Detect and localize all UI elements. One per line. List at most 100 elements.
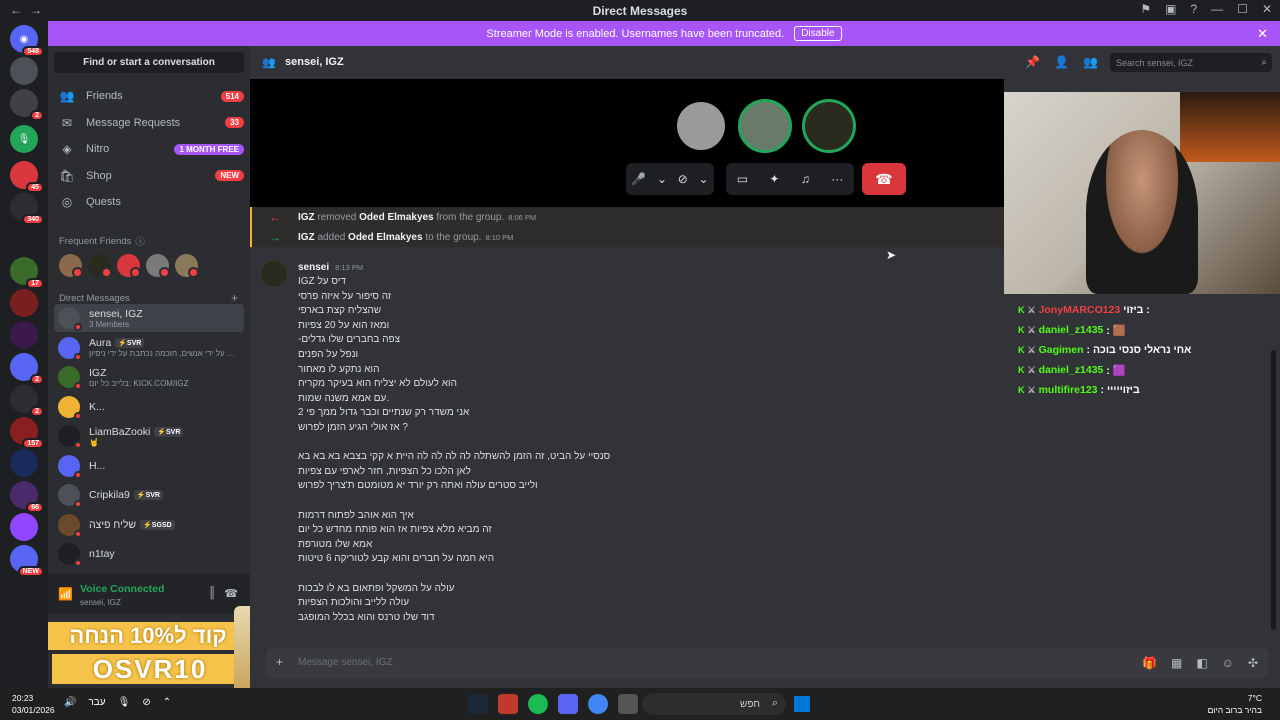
call-avatar[interactable] <box>738 99 792 153</box>
dm-list-item[interactable]: n1tay <box>54 540 244 568</box>
screen-share-icon[interactable]: ▭ <box>737 172 748 186</box>
message-line: לאן הלכו כל הצפיות, חזר לארפי עם צפיות <box>298 465 471 477</box>
unread-badge: 2 <box>30 406 44 417</box>
add-attachment-icon[interactable]: + <box>276 655 283 669</box>
microphone-icon[interactable]: 🎤 <box>631 172 646 186</box>
server-icon[interactable] <box>10 225 38 253</box>
gift-icon[interactable]: 🎁 <box>1142 656 1157 670</box>
chevron-down-icon[interactable]: ⌄ <box>657 172 667 186</box>
dm-list-item[interactable]: IGZ בלייב כל יום: KICK.COM/IGZ <box>54 363 244 391</box>
windows-start-icon[interactable] <box>794 696 810 712</box>
server-icon[interactable] <box>10 57 38 85</box>
scrollbar[interactable] <box>1271 350 1276 630</box>
dm-list-item[interactable]: H... <box>54 452 244 480</box>
server-icon[interactable] <box>10 513 38 541</box>
server-icon[interactable]: 45 <box>10 161 44 193</box>
avatar[interactable] <box>175 254 199 278</box>
disconnect-icon[interactable]: ☎ <box>224 587 238 600</box>
members-icon[interactable]: 👥 <box>1083 55 1098 69</box>
emoji-icon[interactable]: ☺ <box>1222 656 1234 670</box>
avatar[interactable] <box>59 254 83 278</box>
close-icon[interactable]: ✕ <box>1257 26 1268 42</box>
apps-icon[interactable]: ✣ <box>1248 656 1258 670</box>
server-icon[interactable]: 66 <box>10 481 44 513</box>
close-window-button[interactable]: ✕ <box>1262 2 1272 16</box>
author-name[interactable]: sensei <box>298 262 329 273</box>
server-icon[interactable] <box>10 289 38 317</box>
weather-widget[interactable]: 7°C בהיר ברוב היום <box>1208 692 1262 716</box>
add-dm-icon[interactable]: + <box>231 291 238 305</box>
screen-icon[interactable]: ▣ <box>1165 2 1176 16</box>
dm-list-item[interactable]: שליח פיצה ⚡SGSD <box>54 511 244 539</box>
help-icon[interactable]: ? <box>1190 2 1197 16</box>
dm-list-item[interactable]: sensei, IGZ 3 Members <box>54 304 244 332</box>
inbox-icon[interactable]: ⚑ <box>1140 2 1151 16</box>
speaker-icon[interactable]: 🔊 <box>64 697 76 708</box>
sidebar-item-friends[interactable]: 👥 Friends 514 <box>56 84 244 108</box>
file-explorer-icon[interactable] <box>618 694 638 714</box>
dm-list-item[interactable]: Aura⚡SVRכתוב על ידי אנשים, חוכמה נכתבת ע… <box>54 334 244 362</box>
activity-icon[interactable]: ✦ <box>769 172 779 186</box>
sidebar-item-nitro[interactable]: ◈ Nitro 1 MONTH FREE <box>56 137 244 161</box>
server-icon[interactable] <box>10 321 38 349</box>
server-icon[interactable]: ◉ 548 <box>10 25 44 57</box>
server-icon[interactable]: 2 <box>10 385 44 417</box>
server-icon[interactable]: 17 <box>10 257 44 289</box>
minimize-button[interactable]: — <box>1211 2 1223 16</box>
pin-icon[interactable]: 📌 <box>1025 55 1040 69</box>
message-input[interactable]: Message sensei, IGZ <box>298 657 392 668</box>
call-avatar[interactable] <box>802 99 856 153</box>
disable-button[interactable]: Disable <box>794 26 842 41</box>
add-member-icon[interactable]: 👤 <box>1054 55 1069 69</box>
microphone-icon[interactable]: 🎙 <box>118 697 131 708</box>
server-icon[interactable]: 2 <box>10 89 44 121</box>
steam-icon[interactable] <box>468 694 488 714</box>
actor-name[interactable]: IGZ <box>298 232 315 243</box>
dm-list-item[interactable]: K... <box>54 393 244 421</box>
language-indicator[interactable]: עבר <box>88 697 105 708</box>
dm-list-item[interactable]: LiamBaZooki ⚡SVR 🤘 <box>54 422 244 450</box>
soundboard-icon[interactable]: ♫ <box>801 172 810 186</box>
chevron-up-icon[interactable]: ⌃ <box>163 697 171 708</box>
server-icon[interactable]: 2 <box>10 353 44 385</box>
sidebar-item-message-requests[interactable]: ✉ Message Requests 33 <box>56 111 244 135</box>
clock[interactable]: 20:23 03/01/2026 <box>12 692 55 716</box>
avatar[interactable] <box>88 254 112 278</box>
network-icon[interactable]: ⊘ <box>142 697 150 708</box>
server-icon[interactable]: NEW <box>10 545 44 577</box>
target-name[interactable]: Oded Elmakyes <box>348 232 422 243</box>
search-input[interactable]: Search sensei, IGZ ⌕ <box>1110 53 1272 72</box>
maximize-button[interactable]: ☐ <box>1237 2 1248 16</box>
noise-icon[interactable]: ║ <box>208 587 216 599</box>
avatar[interactable] <box>117 254 141 278</box>
actor-name[interactable]: IGZ <box>298 212 315 223</box>
target-name[interactable]: Oded Elmakyes <box>359 212 433 223</box>
camera-off-icon[interactable]: ⊘ <box>678 172 688 186</box>
server-icon[interactable]: 🎙 <box>10 125 38 153</box>
call-avatar[interactable] <box>674 99 728 153</box>
sword-icon: ⚔ <box>1027 304 1036 315</box>
find-conversation-button[interactable]: Find or start a conversation <box>54 52 244 73</box>
chevron-down-icon[interactable]: ⌄ <box>699 172 709 186</box>
server-icon[interactable]: 157 <box>10 417 44 449</box>
more-icon[interactable]: ··· <box>831 172 843 186</box>
message-composer[interactable]: + Message sensei, IGZ 🎁 ▦ ◧ ☺ ✣ <box>266 648 1268 678</box>
sidebar-item-quests[interactable]: ◎ Quests <box>56 190 244 214</box>
info-icon[interactable]: ⓘ <box>135 234 145 248</box>
avatar[interactable] <box>260 260 288 288</box>
sidebar-item-shop[interactable]: 🛍 Shop NEW <box>56 164 244 188</box>
chrome-icon[interactable] <box>588 694 608 714</box>
server-icon[interactable] <box>10 449 38 477</box>
hangup-button[interactable]: ☎ <box>862 163 906 195</box>
app-icon[interactable] <box>498 694 518 714</box>
taskbar-search[interactable]: חפש ⌕ <box>642 693 786 715</box>
sticker-icon[interactable]: ◧ <box>1196 656 1207 670</box>
server-icon[interactable]: 340 <box>10 193 44 225</box>
voice-status[interactable]: Voice Connected <box>80 583 164 595</box>
discord-icon[interactable] <box>558 694 578 714</box>
dm-list-item[interactable]: Cripkila9 ⚡SVR <box>54 481 244 509</box>
gif-icon[interactable]: ▦ <box>1171 656 1182 670</box>
unread-badge: 66 <box>26 502 44 513</box>
avatar[interactable] <box>146 254 170 278</box>
spotify-icon[interactable] <box>528 694 548 714</box>
